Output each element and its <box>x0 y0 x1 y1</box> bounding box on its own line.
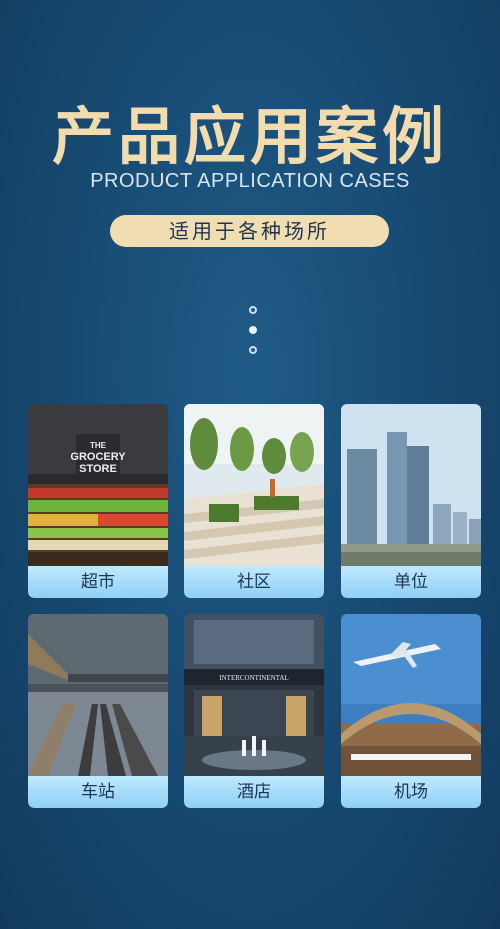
case-label-airport: 机场 <box>341 776 481 808</box>
dot-3 <box>249 346 257 354</box>
case-card-office[interactable]: 单位 <box>341 404 481 598</box>
grocery-sign-line1: THE <box>90 441 107 450</box>
grocery-sign-line3: STORE <box>79 463 117 475</box>
airport-photo <box>341 614 481 776</box>
case-card-supermarket[interactable]: THE GROCERY STORE 超市 <box>28 404 168 598</box>
case-card-hotel[interactable]: INTERCONTINENTAL 酒店 <box>184 614 324 808</box>
dot-2 <box>249 326 257 334</box>
decorative-dots <box>249 306 259 366</box>
case-label-office: 单位 <box>341 566 481 598</box>
hotel-sign: INTERCONTINENTAL <box>219 674 288 682</box>
case-card-airport[interactable]: 机场 <box>341 614 481 808</box>
dot-1 <box>249 306 257 314</box>
grocery-sign-line2: GROCERY <box>70 451 126 463</box>
case-card-community[interactable]: 社区 <box>184 404 324 598</box>
supermarket-photo: THE GROCERY STORE <box>28 404 168 566</box>
office-photo <box>341 404 481 566</box>
station-photo <box>28 614 168 776</box>
community-photo <box>184 404 324 566</box>
case-label-hotel: 酒店 <box>184 776 324 808</box>
case-label-station: 车站 <box>28 776 168 808</box>
page-title: 产品应用案例 <box>51 100 448 173</box>
case-label-supermarket: 超市 <box>28 566 168 598</box>
case-card-station[interactable]: 车站 <box>28 614 168 808</box>
hotel-photo: INTERCONTINENTAL <box>184 614 324 776</box>
case-label-community: 社区 <box>184 566 324 598</box>
applicability-pill: 适用于各种场所 <box>110 215 389 247</box>
page-subtitle: PRODUCT APPLICATION CASES <box>90 170 410 192</box>
